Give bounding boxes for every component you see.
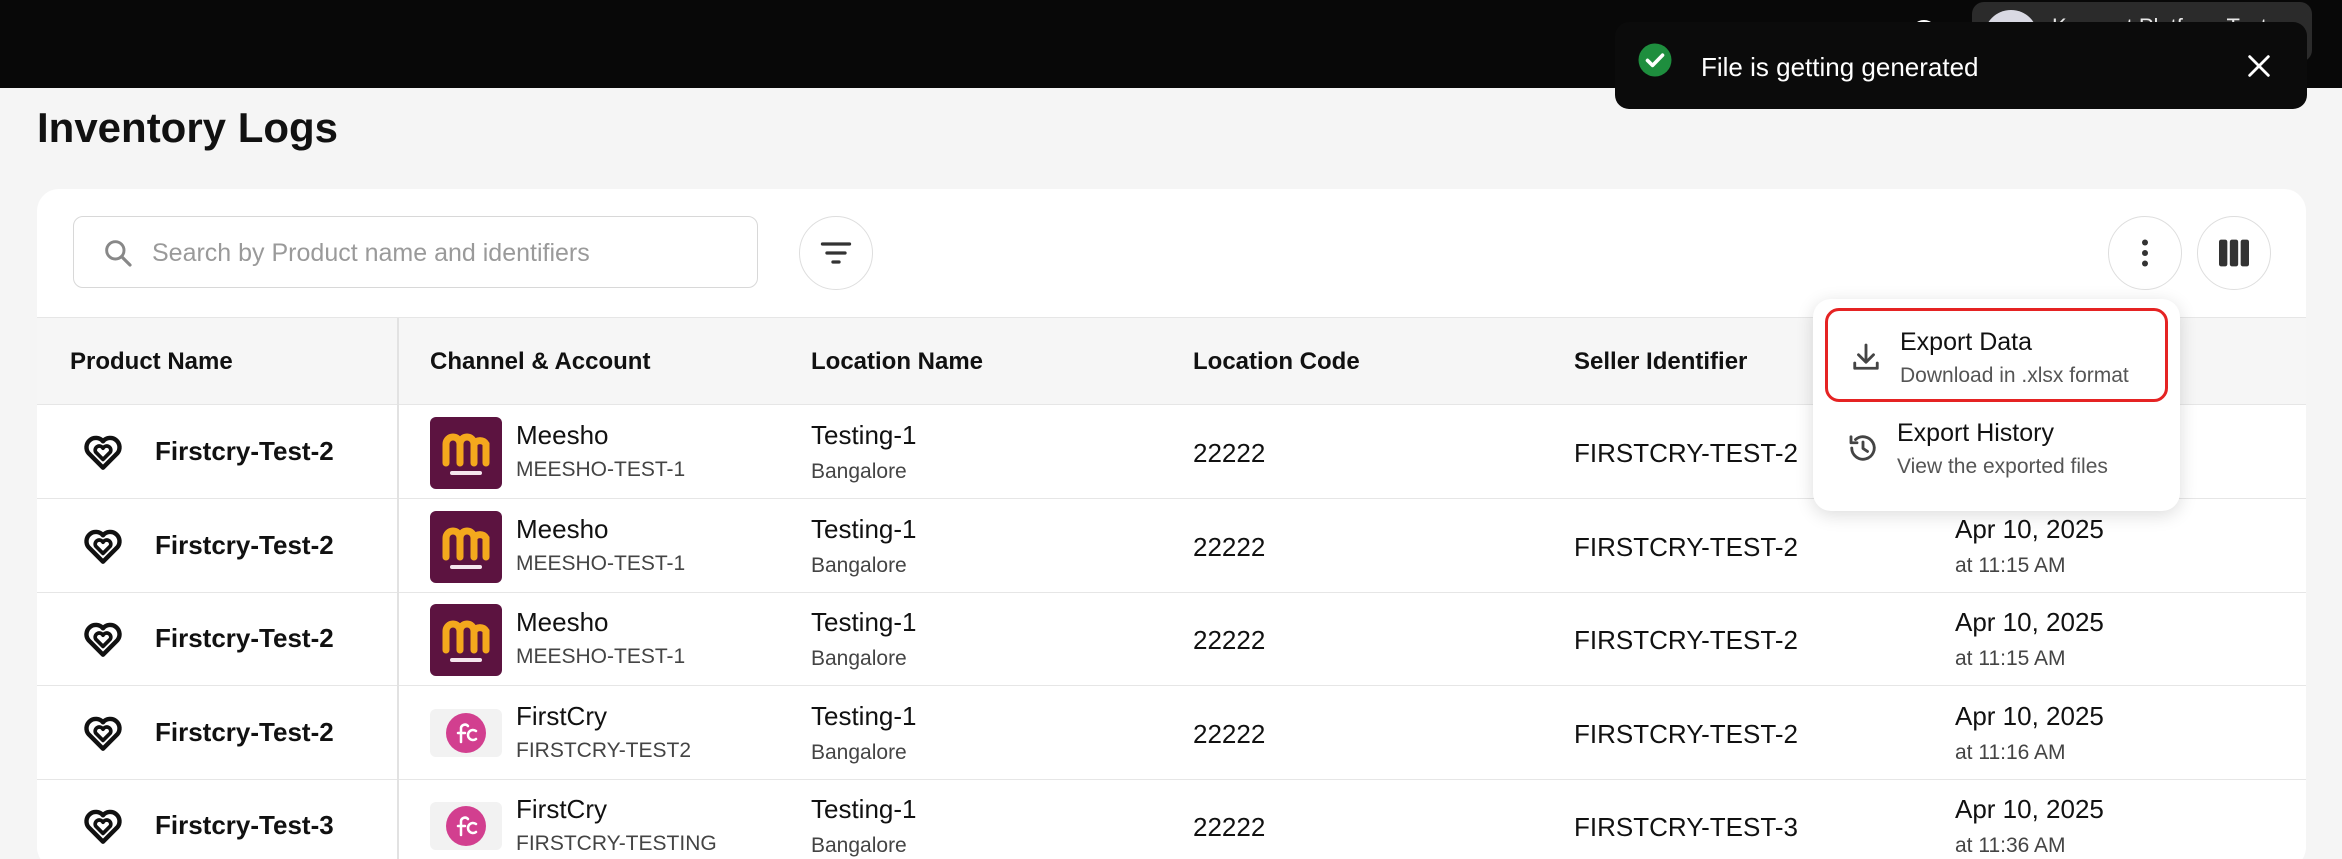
search-icon [105,240,132,267]
column-divider[interactable] [397,318,399,406]
menu-item-subtitle: Download in .xlsx format [1900,364,2129,387]
channel-name: FirstCry [516,700,607,731]
column-header-seller-identifier[interactable]: Seller Identifier [1574,318,1747,406]
channel-account: MEESHO-TEST-1 [516,551,686,575]
toast-notification: File is getting generated [1615,22,2307,109]
location-city: Bangalore [811,647,907,670]
table-row[interactable]: Firstcry-Test-3 FirstCry FIRSTCRY-TESTING T… [37,780,2306,859]
product-name: Firstcry-Test-2 [155,716,334,747]
product-name: Firstcry-Test-2 [155,436,334,466]
menu-item-title: Export History [1897,419,2054,447]
menu-item-export-history[interactable]: Export History View the exported files [1825,402,2168,496]
channel-name: Meesho [516,607,609,637]
product-heart-icon [84,716,122,751]
location-city: Bangalore [811,460,907,483]
firstcry-logo-icon [430,802,502,850]
page-title: Inventory Logs [37,104,339,151]
product-name: Firstcry-Test-2 [155,529,334,560]
column-divider [397,405,399,859]
location-code: 22222 [1193,812,1266,842]
channel-account: FIRSTCRY-TEST2 [516,738,692,762]
columns-icon [2219,239,2249,267]
export-menu: Export Data Download in .xlsx format Exp… [1813,299,2180,511]
log-date: Apr 10, 2025 [1955,607,2104,637]
channel-account: MEESHO-TEST-1 [516,458,686,481]
location-name: Testing-1 [811,420,917,450]
log-date: Apr 10, 2025 [1955,794,2104,824]
table-row[interactable]: Firstcry-Test-2 FirstCry FIRSTCRY-TEST2 Tes… [37,686,2306,780]
meesho-logo-icon [430,417,502,489]
seller-identifier: FIRSTCRY-TEST-3 [1574,812,1798,842]
history-icon [1849,435,1876,461]
log-time: at 11:15 AM [1955,647,2066,670]
log-date: Apr 10, 2025 [1955,513,2104,544]
toast-message: File is getting generated [1701,52,1979,82]
location-name: Testing-1 [811,700,917,731]
channel-name: Meesho [516,513,609,544]
location-name: Testing-1 [811,794,917,824]
location-name: Testing-1 [811,607,917,637]
product-name: Firstcry-Test-2 [155,623,334,653]
location-code: 22222 [1193,625,1266,655]
location-name: Testing-1 [811,513,917,544]
log-date: Apr 10, 2025 [1955,700,2104,731]
meesho-logo-icon [430,604,502,676]
seller-identifier: FIRSTCRY-TEST-2 [1574,625,1798,655]
location-code: 22222 [1193,531,1266,562]
search-box [73,216,758,288]
menu-item-subtitle: View the exported files [1897,455,2108,478]
more-vertical-icon [2142,239,2148,267]
menu-item-title: Export Data [1900,328,2033,356]
log-time: at 11:36 AM [1955,834,2066,857]
seller-identifier: FIRSTCRY-TEST-2 [1574,438,1798,468]
meesho-logo-icon [430,510,502,583]
seller-identifier: FIRSTCRY-TEST-2 [1574,718,1798,749]
column-header-channel-account[interactable]: Channel & Account [430,318,650,406]
product-heart-icon [84,529,122,564]
filter-icon [820,242,852,264]
location-code: 22222 [1193,718,1266,749]
location-city: Bangalore [811,740,907,764]
product-heart-icon [84,435,122,470]
search-input[interactable] [152,231,732,275]
channel-account: MEESHO-TEST-1 [516,645,686,668]
location-city: Bangalore [811,553,907,577]
channel-name: FirstCry [516,794,607,824]
location-city: Bangalore [811,834,907,857]
column-header-product-name[interactable]: Product Name [70,318,233,406]
inventory-card: Product Name Channel & Account Location … [37,189,2306,859]
location-code: 22222 [1193,438,1266,468]
column-header-location-code[interactable]: Location Code [1193,318,1360,406]
firstcry-logo-icon [430,708,502,757]
product-heart-icon [84,622,122,657]
table-row[interactable]: Firstcry-Test-2 Meesho MEESHO-TEST-1 Testin… [37,499,2306,593]
check-circle-icon [1638,43,1672,77]
menu-item-export-data[interactable]: Export Data Download in .xlsx format [1825,308,2168,402]
table-row[interactable]: Firstcry-Test-2 Meesho MEESHO-TEST-1 Testin… [37,593,2306,686]
channel-account: FIRSTCRY-TESTING [516,832,717,855]
filter-button[interactable] [799,216,873,290]
seller-identifier: FIRSTCRY-TEST-2 [1574,531,1798,562]
log-time: at 11:15 AM [1955,553,2066,577]
more-options-button[interactable] [2108,216,2182,290]
download-icon [1853,343,1879,370]
column-header-location-name[interactable]: Location Name [811,318,983,406]
close-icon[interactable] [2245,52,2273,80]
product-heart-icon [84,809,122,844]
columns-button[interactable] [2197,216,2271,290]
channel-name: Meesho [516,420,609,450]
log-time: at 11:16 AM [1955,740,2066,764]
product-name: Firstcry-Test-3 [155,810,334,840]
